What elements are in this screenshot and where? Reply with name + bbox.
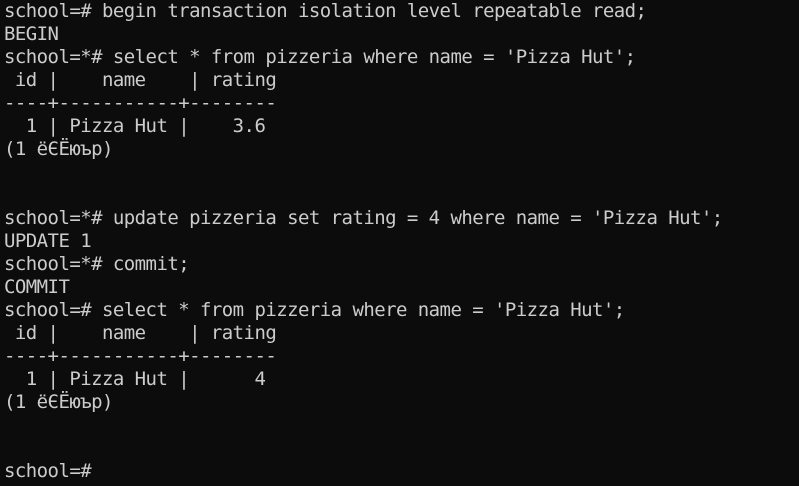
output-begin: BEGIN bbox=[4, 23, 59, 45]
row-count-1: (1 ёЄЁюър) bbox=[4, 138, 113, 160]
command-line-select-2: school=# select * from pizzeria where na… bbox=[4, 299, 625, 321]
table-row-1: 1 | Pizza Hut | 3.6 bbox=[4, 115, 266, 137]
table-separator-2: ----+-----------+-------- bbox=[4, 345, 277, 367]
table-row-2: 1 | Pizza Hut | 4 bbox=[4, 368, 266, 390]
command-line-select-1: school=*# select * from pizzeria where n… bbox=[4, 46, 636, 68]
prompt-text: school=# bbox=[4, 460, 103, 482]
output-commit: COMMIT bbox=[4, 276, 70, 298]
command-line-commit: school=*# commit; bbox=[4, 253, 190, 275]
table-header-2: id | name | rating bbox=[4, 322, 277, 344]
table-separator-1: ----+-----------+-------- bbox=[4, 92, 277, 114]
row-count-2: (1 ёЄЁюър) bbox=[4, 391, 113, 413]
terminal-window[interactable]: school=# begin transaction isolation lev… bbox=[0, 0, 799, 486]
command-line-begin: school=# begin transaction isolation lev… bbox=[4, 0, 647, 22]
table-header-1: id | name | rating bbox=[4, 69, 277, 91]
command-line-update: school=*# update pizzeria set rating = 4… bbox=[4, 207, 723, 229]
text-cursor bbox=[102, 461, 112, 480]
active-prompt[interactable]: school=# bbox=[4, 460, 799, 483]
output-update: UPDATE 1 bbox=[4, 230, 92, 252]
